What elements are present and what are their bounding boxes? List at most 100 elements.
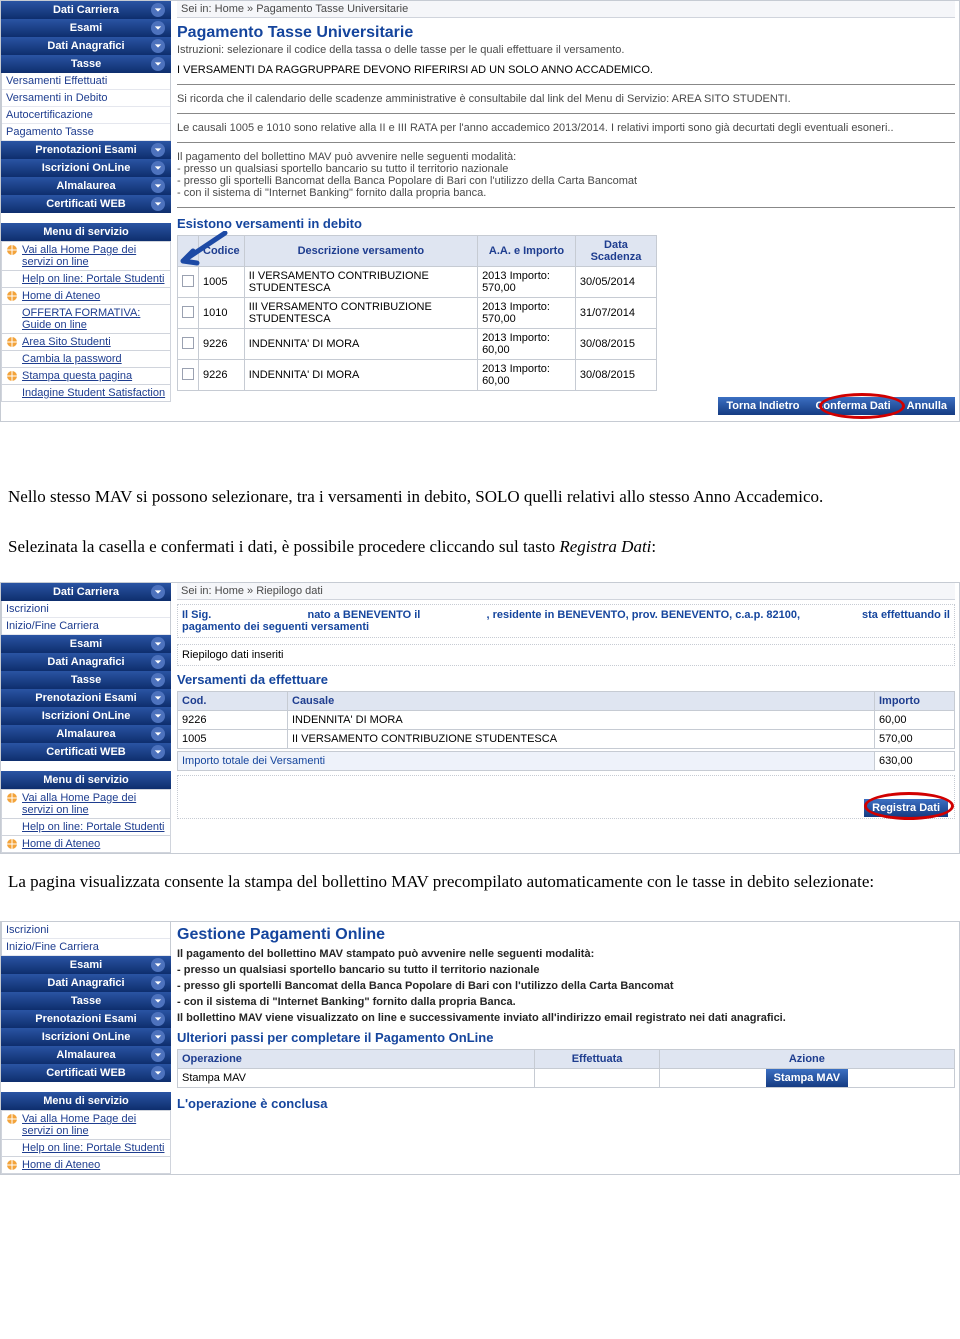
menu-group[interactable]: Iscrizioni OnLine <box>1 159 171 177</box>
chevron-down-icon <box>151 655 165 669</box>
stampa-mav-button[interactable]: Stampa MAV <box>766 1069 848 1087</box>
service-item[interactable]: Cambia la password <box>1 351 171 368</box>
menu-group-label: Tasse <box>71 58 101 70</box>
service-link[interactable]: Stampa questa pagina <box>22 370 132 382</box>
menu-group[interactable]: Esami <box>1 19 171 37</box>
menu-group[interactable]: Prenotazioni Esami <box>1 689 171 707</box>
chevron-down-icon <box>151 39 165 53</box>
submenu-item[interactable]: Iscrizioni <box>2 601 170 618</box>
service-link[interactable]: Home di Ateneo <box>22 1159 100 1171</box>
service-item[interactable]: Stampa questa pagina <box>1 368 171 385</box>
submenu-item[interactable]: Iscrizioni <box>2 922 170 939</box>
menu-group[interactable]: Almalaurea <box>1 725 171 743</box>
menu-group-label: Certificati WEB <box>46 198 125 210</box>
submenu-item[interactable]: Inizio/Fine Carriera <box>2 618 170 635</box>
total-table: Importo totale dei Versamenti 630,00 <box>177 751 955 771</box>
service-link[interactable]: Help on line: Portale Studenti <box>22 821 164 833</box>
submenu-item[interactable]: Inizio/Fine Carriera <box>2 939 170 956</box>
p2-italic: Registra Dati <box>559 537 651 556</box>
table-row: 9226INDENNITA' DI MORA2013 Importo: 60,0… <box>178 360 657 391</box>
chevron-down-icon <box>151 585 165 599</box>
globe-icon <box>6 244 18 256</box>
menu-group[interactable]: Dati Carriera <box>1 583 171 601</box>
cell-code: 9226 <box>199 329 245 360</box>
menu-group[interactable]: Almalaurea <box>1 177 171 195</box>
col-importo: Importo <box>875 691 955 710</box>
menu-group[interactable]: Iscrizioni OnLine <box>1 1028 171 1046</box>
row-checkbox[interactable] <box>182 368 194 380</box>
menu-group[interactable]: Tasse <box>1 671 171 689</box>
submenu-item[interactable]: Pagamento Tasse <box>2 124 170 141</box>
back-button[interactable]: Torna Indietro <box>718 397 807 415</box>
menu-group-label: Certificati WEB <box>46 1067 125 1079</box>
submenu-item[interactable]: Versamenti in Debito <box>2 90 170 107</box>
info-line: Il bollettino MAV viene visualizzato on … <box>177 1012 955 1024</box>
menu-group-label: Almalaurea <box>56 180 115 192</box>
sidebar: Dati CarrieraEsamiDati Anagrafici Tasse Ve… <box>1 1 171 421</box>
service-link[interactable]: Home di Ateneo <box>22 838 100 850</box>
service-item[interactable]: OFFERTA FORMATIVA: Guide on line <box>1 305 171 334</box>
service-item[interactable]: Vai alla Home Page dei servizi on line <box>1 1110 171 1140</box>
service-item[interactable]: Help on line: Portale Studenti <box>1 271 171 288</box>
screenshot-3: IscrizioniInizio/Fine Carriera EsamiDati… <box>0 921 960 1175</box>
menu-group[interactable]: Certificati WEB <box>1 1064 171 1082</box>
menu-group[interactable]: Tasse <box>1 992 171 1010</box>
service-item[interactable]: Help on line: Portale Studenti <box>1 1140 171 1157</box>
service-link[interactable]: Vai alla Home Page dei servizi on line <box>22 244 166 268</box>
table-row: 1005II VERSAMENTO CONTRIBUZIONE STUDENTE… <box>178 267 657 298</box>
menu-group-label: Tasse <box>71 674 101 686</box>
service-link[interactable]: Help on line: Portale Studenti <box>22 273 164 285</box>
service-item[interactable]: Help on line: Portale Studenti <box>1 819 171 836</box>
menu-group[interactable]: Prenotazioni Esami <box>1 141 171 159</box>
menu-group[interactable]: Dati Anagrafici <box>1 974 171 992</box>
service-link[interactable]: Indagine Student Satisfaction <box>22 387 165 399</box>
info-line: Il pagamento del bollettino MAV stampato… <box>177 948 955 960</box>
service-link[interactable]: Home di Ateneo <box>22 290 100 302</box>
row-checkbox[interactable] <box>182 306 194 318</box>
menu-group[interactable]: Almalaurea <box>1 1046 171 1064</box>
col-azione: Azione <box>659 1050 954 1069</box>
menu-group[interactable]: Prenotazioni Esami <box>1 1010 171 1028</box>
menu-group[interactable]: Certificati WEB <box>1 743 171 761</box>
row-checkbox[interactable] <box>182 337 194 349</box>
menu-group[interactable]: Esami <box>1 956 171 974</box>
info-line: - presso un qualsiasi sportello bancario… <box>177 964 955 976</box>
menu-group[interactable]: Dati Anagrafici <box>1 37 171 55</box>
service-item[interactable]: Home di Ateneo <box>1 836 171 853</box>
chevron-down-icon <box>151 1066 165 1080</box>
menu-group[interactable]: Dati Carriera <box>1 1 171 19</box>
service-link[interactable]: Help on line: Portale Studenti <box>22 1142 164 1154</box>
col-effettuata: Effettuata <box>535 1050 659 1069</box>
service-link[interactable]: Area Sito Studenti <box>22 336 111 348</box>
menu-group[interactable]: Dati Anagrafici <box>1 653 171 671</box>
chevron-down-icon <box>151 727 165 741</box>
service-item[interactable]: Area Sito Studenti <box>1 334 171 351</box>
service-link[interactable]: Vai alla Home Page dei servizi on line <box>22 792 166 816</box>
row-checkbox[interactable] <box>182 275 194 287</box>
nato: nato a BENEVENTO il <box>307 609 420 621</box>
menu-group[interactable]: Certificati WEB <box>1 195 171 213</box>
service-item[interactable]: Home di Ateneo <box>1 1157 171 1174</box>
service-link[interactable]: OFFERTA FORMATIVA: Guide on line <box>22 307 166 331</box>
menu-group[interactable]: Esami <box>1 635 171 653</box>
submenu-item[interactable]: Autocertificazione <box>2 107 170 124</box>
service-item[interactable]: Vai alla Home Page dei servizi on line <box>1 241 171 271</box>
chevron-down-icon <box>151 976 165 990</box>
service-item[interactable]: Indagine Student Satisfaction <box>1 385 171 402</box>
cell-aa: 2013 Importo: 570,00 <box>478 298 576 329</box>
info-line: - con il sistema di "Internet Banking" f… <box>177 996 955 1008</box>
submenu-item[interactable]: Versamenti Effettuati <box>2 73 170 90</box>
done-title: L'operazione è conclusa <box>177 1096 955 1111</box>
breadcrumb: Sei in: Home » Riepilogo dati <box>177 583 955 600</box>
menu-group[interactable]: Tasse <box>1 55 171 73</box>
chevron-down-icon <box>151 994 165 1008</box>
cancel-button[interactable]: Annulla <box>899 397 955 415</box>
menu-group-label: Prenotazioni Esami <box>35 692 136 704</box>
service-item[interactable]: Home di Ateneo <box>1 288 171 305</box>
service-link[interactable]: Cambia la password <box>22 353 122 365</box>
tot-label: Importo totale dei Versamenti <box>178 751 875 770</box>
menu-group[interactable]: Iscrizioni OnLine <box>1 707 171 725</box>
service-link[interactable]: Vai alla Home Page dei servizi on line <box>22 1113 166 1137</box>
menu-group-label: Dati Carriera <box>53 586 119 598</box>
service-item[interactable]: Vai alla Home Page dei servizi on line <box>1 789 171 819</box>
